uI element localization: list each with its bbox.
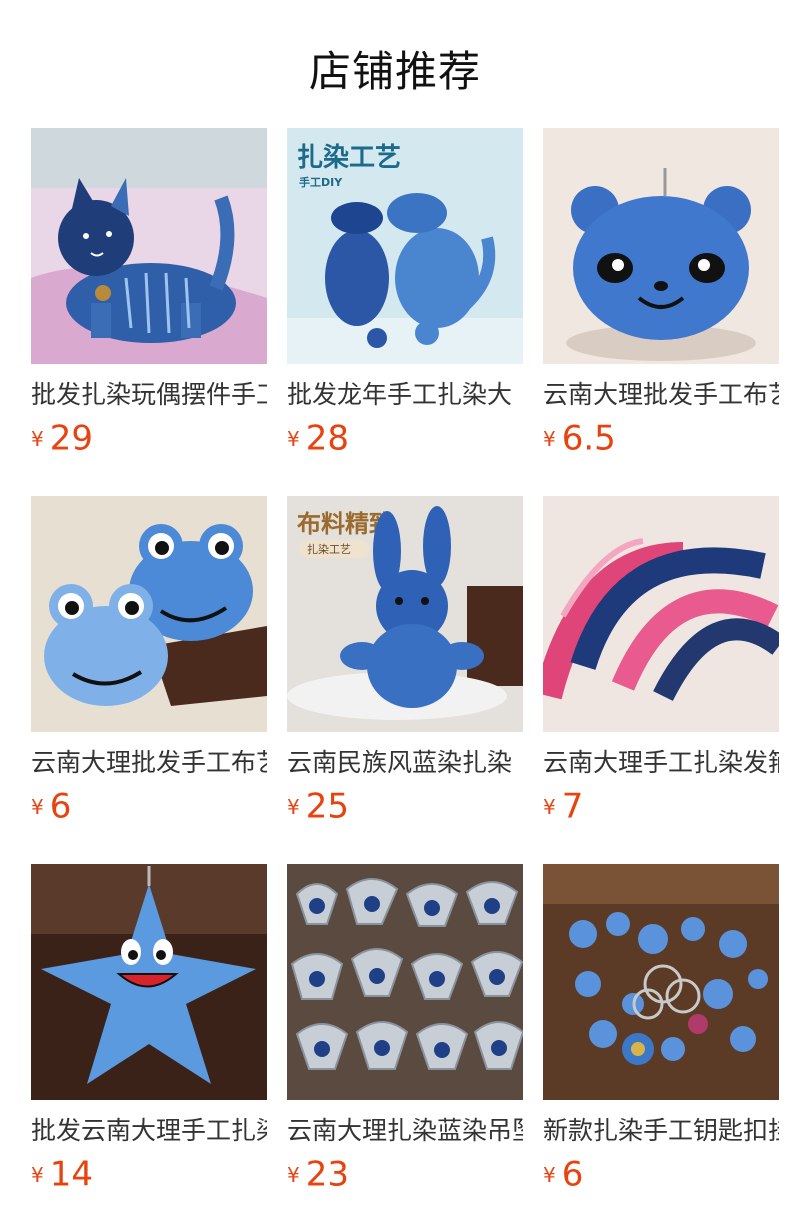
- product-card[interactable]: 扎染工艺 手工DIY 批发龙年手工扎染大 ¥28: [287, 128, 523, 459]
- product-price: ¥29: [31, 418, 267, 459]
- currency-symbol: ¥: [543, 1162, 556, 1187]
- product-card[interactable]: 云南大理扎染蓝染吊坠 ¥23: [287, 864, 523, 1195]
- product-name[interactable]: 新款扎染手工钥匙扣挂件: [543, 1114, 779, 1148]
- product-card[interactable]: 新款扎染手工钥匙扣挂件 ¥6: [543, 864, 779, 1195]
- product-image-starfish-toy[interactable]: [31, 864, 267, 1100]
- price-value: 25: [305, 786, 349, 827]
- product-image-headbands[interactable]: [543, 496, 779, 732]
- currency-symbol: ¥: [31, 794, 44, 819]
- product-card[interactable]: 云南大理批发手工布艺 ¥6.5: [543, 128, 779, 459]
- product-name[interactable]: 批发扎染玩偶摆件手工: [31, 378, 267, 412]
- currency-symbol: ¥: [31, 1162, 44, 1187]
- product-card[interactable]: 云南大理手工扎染发箍 ¥7: [543, 496, 779, 827]
- product-card[interactable]: 批发云南大理手工扎染 ¥14: [31, 864, 267, 1195]
- product-price: ¥6: [31, 786, 267, 827]
- product-name[interactable]: 批发云南大理手工扎染: [31, 1114, 267, 1148]
- product-name[interactable]: 云南大理扎染蓝染吊坠: [287, 1114, 523, 1148]
- currency-symbol: ¥: [31, 426, 44, 451]
- product-name[interactable]: 云南民族风蓝染扎染: [287, 746, 523, 780]
- price-value: 14: [49, 1154, 93, 1195]
- product-image-cat-toy[interactable]: [31, 128, 267, 364]
- product-price: ¥23: [287, 1154, 523, 1195]
- image-sub-text: 手工DIY: [299, 175, 343, 189]
- product-image-rabbit-toy[interactable]: 布料精致 扎染工艺: [287, 496, 523, 732]
- currency-symbol: ¥: [543, 794, 556, 819]
- section-title: 店铺推荐: [308, 47, 481, 96]
- product-card[interactable]: 布料精致 扎染工艺 云南民族风蓝染扎染 ¥25: [287, 496, 523, 827]
- currency-symbol: ¥: [287, 794, 300, 819]
- price-value: 6.5: [561, 418, 616, 459]
- currency-symbol: ¥: [287, 426, 300, 451]
- product-name[interactable]: 云南大理批发手工布艺: [543, 378, 779, 412]
- product-price: ¥25: [287, 786, 523, 827]
- product-image-dragon-toys[interactable]: 扎染工艺 手工DIY: [287, 128, 523, 364]
- product-name[interactable]: 云南大理手工扎染发箍: [543, 746, 779, 780]
- product-name[interactable]: 批发龙年手工扎染大: [287, 378, 523, 412]
- currency-symbol: ¥: [543, 426, 556, 451]
- price-value: 6: [49, 786, 72, 827]
- product-price: ¥28: [287, 418, 523, 459]
- product-name[interactable]: 云南大理批发手工布艺: [31, 746, 267, 780]
- product-card[interactable]: 批发扎染玩偶摆件手工 ¥29: [31, 128, 267, 459]
- price-value: 6: [561, 1154, 584, 1195]
- image-title-text: 扎染工艺: [297, 143, 401, 173]
- product-card[interactable]: 云南大理批发手工布艺 ¥6: [31, 496, 267, 827]
- product-price: ¥14: [31, 1154, 267, 1195]
- price-value: 28: [305, 418, 349, 459]
- product-price: ¥6: [543, 1154, 779, 1195]
- product-image-porcelain-pendants[interactable]: [287, 864, 523, 1100]
- image-sub-text: 扎染工艺: [307, 542, 351, 556]
- product-price: ¥6.5: [543, 418, 779, 459]
- currency-symbol: ¥: [287, 1162, 300, 1187]
- price-value: 29: [49, 418, 93, 459]
- product-price: ¥7: [543, 786, 779, 827]
- product-image-frog-toys[interactable]: [31, 496, 267, 732]
- product-image-panda-keychain[interactable]: [543, 128, 779, 364]
- price-value: 23: [305, 1154, 349, 1195]
- price-value: 7: [561, 786, 584, 827]
- product-image-keychains-assortment[interactable]: [543, 864, 779, 1100]
